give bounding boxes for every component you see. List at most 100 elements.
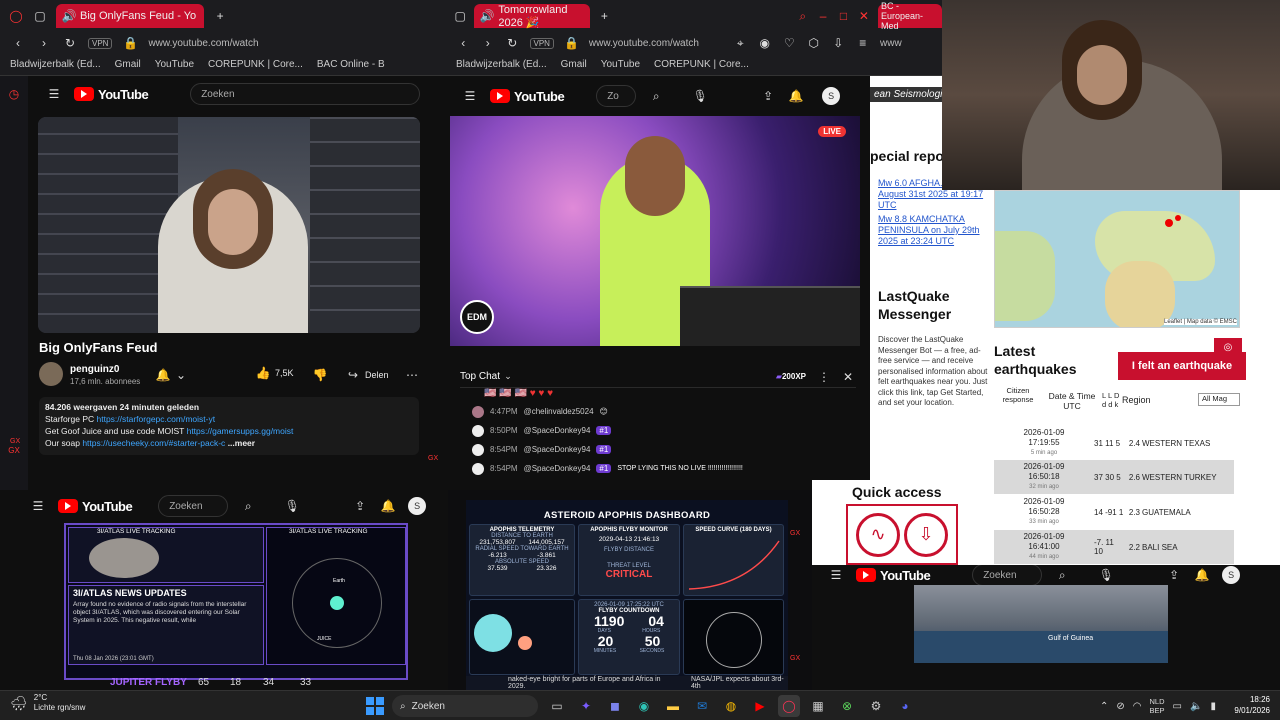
heart-icon[interactable]: ♡ <box>782 35 797 51</box>
bookmark-item[interactable]: COREPUNK | Core... <box>208 59 303 70</box>
back-icon[interactable]: ‹ <box>10 35 26 51</box>
description-box[interactable]: 84.206 weergaven 24 minuten geleden Star… <box>39 397 419 455</box>
chat-user[interactable]: @SpaceDonkey94 <box>524 464 591 473</box>
upload-icon[interactable]: ⇪ <box>352 498 368 514</box>
left-video-player[interactable] <box>38 117 420 333</box>
quake-row[interactable]: 2026-01-09 17:19:55 5 min ago 31 11 5 2.4 … <box>994 426 1234 460</box>
mic-icon[interactable]: 🎙 <box>1098 567 1114 583</box>
edge-icon[interactable]: ◉ <box>633 695 655 717</box>
gx-indicator-icon[interactable]: GX <box>428 455 438 462</box>
vpn-badge[interactable]: VPN <box>88 37 113 49</box>
quake-row[interactable]: 2026-01-09 16:50:28 33 min ago 14 -91 1 2.… <box>994 495 1234 529</box>
back-icon[interactable]: ‹ <box>456 35 471 51</box>
mic-icon[interactable]: 🎙 <box>284 498 300 514</box>
more-options-icon[interactable]: ⋮ <box>816 369 832 385</box>
quake-map[interactable]: Leaflet | Map data © EMSC <box>994 190 1240 328</box>
show-more-link[interactable]: ...meer <box>228 438 255 448</box>
menu-icon[interactable]: ☰ <box>46 86 62 102</box>
emsc-tab[interactable]: BC - European-Med <box>878 1 942 31</box>
menu-icon[interactable]: ☰ <box>462 88 478 104</box>
gx-indicator-icon[interactable]: GX <box>790 530 800 537</box>
url-text[interactable]: www <box>880 38 902 49</box>
youtube-logo[interactable]: YouTube <box>490 89 565 104</box>
task-view-icon[interactable]: ▭ <box>546 695 568 717</box>
upload-icon[interactable]: ⇪ <box>760 88 776 104</box>
search-icon[interactable]: ⌕ <box>240 498 256 514</box>
search-input[interactable]: Zo <box>596 85 637 107</box>
url-text[interactable]: www.youtube.com/watch <box>589 38 699 49</box>
desc-link[interactable]: https://gamersupps.gg/moist <box>187 426 294 436</box>
network-off-icon[interactable]: ⊘ <box>1116 701 1124 712</box>
settings-icon[interactable]: ⚙ <box>865 695 887 717</box>
reload-icon[interactable]: ↻ <box>505 35 520 51</box>
youtube-logo[interactable]: YouTube <box>58 499 133 514</box>
chrome-icon[interactable]: ◍ <box>720 695 742 717</box>
bell-icon[interactable]: 🔔 <box>155 367 171 383</box>
sidebar-history-icon[interactable]: ◷ <box>6 86 22 102</box>
vpn-badge[interactable]: VPN <box>529 37 554 49</box>
xbox-icon[interactable]: ⊗ <box>836 695 858 717</box>
menu-icon[interactable]: ☰ <box>30 498 46 514</box>
wifi-icon[interactable]: ◠ <box>1133 701 1142 712</box>
camera-icon[interactable]: ◉ <box>757 35 772 51</box>
chat-user[interactable]: @chelinvaldez5024 <box>524 407 594 416</box>
gx-indicator-icon[interactable]: GX <box>10 438 20 445</box>
channel-name[interactable]: penguinz0 <box>70 364 119 375</box>
account-avatar[interactable]: S <box>408 497 427 515</box>
quick-access-card[interactable]: ∿ ⇩ <box>846 504 958 565</box>
start-button[interactable] <box>366 697 384 715</box>
share-button[interactable]: ↪ Delen <box>345 367 389 383</box>
calculator-icon[interactable]: ▦ <box>807 695 829 717</box>
new-tab-icon[interactable]: + <box>212 8 228 24</box>
extensions-icon[interactable]: ⬡ <box>806 35 821 51</box>
forward-icon[interactable]: › <box>36 35 52 51</box>
upload-icon[interactable]: ⇪ <box>1166 567 1182 583</box>
thumbs-down-icon[interactable]: 👎 <box>312 367 328 383</box>
mic-icon[interactable]: 🎙 <box>692 88 708 104</box>
desc-link[interactable]: https://usecheeky.com/#starter-pack-c <box>82 438 225 448</box>
bell-icon[interactable]: 🔔 <box>788 88 804 104</box>
pin-icon[interactable]: ⌖ <box>733 35 748 51</box>
account-avatar[interactable]: S <box>1222 566 1241 584</box>
emsc-notify-icon[interactable]: ◎ <box>1214 338 1242 356</box>
chevron-up-icon[interactable]: ⌃ <box>1100 701 1108 712</box>
bookmark-item[interactable]: Gmail <box>561 59 587 70</box>
account-avatar[interactable]: S <box>822 87 841 105</box>
search-input[interactable]: Zoeken <box>972 565 1043 586</box>
bell-icon[interactable]: 🔔 <box>1194 567 1210 583</box>
teams-icon[interactable]: ◼ <box>604 695 626 717</box>
language-indicator[interactable]: NLD BEP <box>1150 697 1165 715</box>
clock[interactable]: 18:26 9/01/2026 <box>1234 694 1270 716</box>
opera-gx-icon[interactable]: ◯ <box>778 695 800 717</box>
bookmark-item[interactable]: COREPUNK | Core... <box>654 59 749 70</box>
bell-icon[interactable]: 🔔 <box>380 498 396 514</box>
bookmark-item[interactable]: Bladwijzerbalk (Ed... <box>10 59 101 70</box>
youtube-logo[interactable]: YouTube <box>74 87 149 102</box>
opera-logo-icon[interactable]: ◯ <box>8 8 24 24</box>
quake-marker[interactable] <box>1175 215 1181 221</box>
menu-icon[interactable]: ≡ <box>855 35 870 51</box>
desc-link[interactable]: https://starforgepc.com/moist-yt <box>97 414 216 424</box>
search-icon[interactable]: ⌕ <box>1054 567 1070 583</box>
taskbar-search[interactable]: ⌕ Zoeken <box>392 695 538 717</box>
forward-icon[interactable]: › <box>481 35 496 51</box>
minimize-icon[interactable]: – <box>817 8 829 24</box>
discord-icon[interactable]: ◕ <box>894 695 916 717</box>
atlas-stream[interactable]: 3I/ATLAS LIVE TRACKING 3I/ATLAS NEWS UPD… <box>64 523 408 680</box>
new-tab-icon[interactable]: + <box>598 8 610 24</box>
chevron-down-icon[interactable]: ⌄ <box>500 369 516 385</box>
chevron-down-icon[interactable]: ⌄ <box>173 367 189 383</box>
more-options-icon[interactable]: ⋯ <box>404 367 420 383</box>
left-active-tab[interactable]: 🔊 Big OnlyFans Feud - Yo <box>56 4 205 28</box>
battery-icon[interactable]: ▮ <box>1210 701 1216 712</box>
chat-title[interactable]: Top Chat <box>460 371 500 382</box>
like-button[interactable]: 👍 7,5K <box>255 365 294 381</box>
outlook-icon[interactable]: ✉ <box>691 695 713 717</box>
bookmark-item[interactable]: YouTube <box>601 59 640 70</box>
network-icon[interactable]: ▭ <box>1173 701 1182 712</box>
chat-user[interactable]: @SpaceDonkey94 <box>524 426 591 435</box>
quake-row[interactable]: 2026-01-09 16:41:00 44 min ago -7. 11 10 2… <box>994 530 1234 564</box>
quake-row[interactable]: 2026-01-09 16:50:18 32 min ago 37 30 5 2.6… <box>994 460 1234 494</box>
bookmark-item[interactable]: BAC Online - B <box>317 59 385 70</box>
search-icon[interactable]: ⌕ <box>797 8 809 24</box>
